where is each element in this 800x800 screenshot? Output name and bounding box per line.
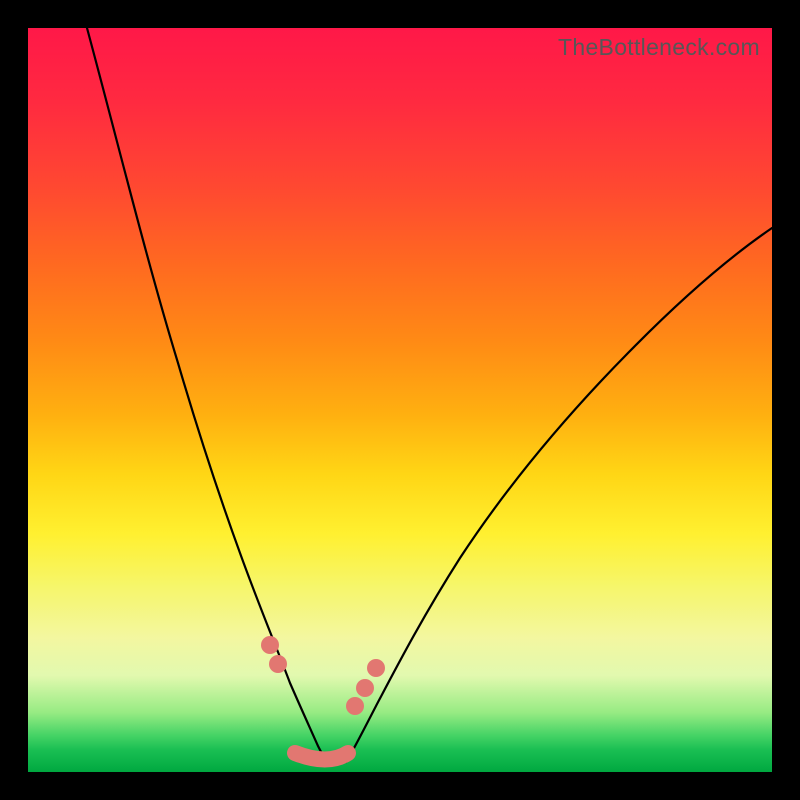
left-curve <box>87 28 328 762</box>
bead-left-2 <box>269 655 287 673</box>
curve-footline <box>295 753 348 760</box>
chart-svg <box>28 28 772 772</box>
bead-left-1 <box>261 636 279 654</box>
bead-right-3 <box>367 659 385 677</box>
plot-area: TheBottleneck.com <box>28 28 772 772</box>
right-curve <box>346 228 772 762</box>
bead-right-2 <box>356 679 374 697</box>
bead-right-1 <box>346 697 364 715</box>
outer-frame: TheBottleneck.com <box>0 0 800 800</box>
